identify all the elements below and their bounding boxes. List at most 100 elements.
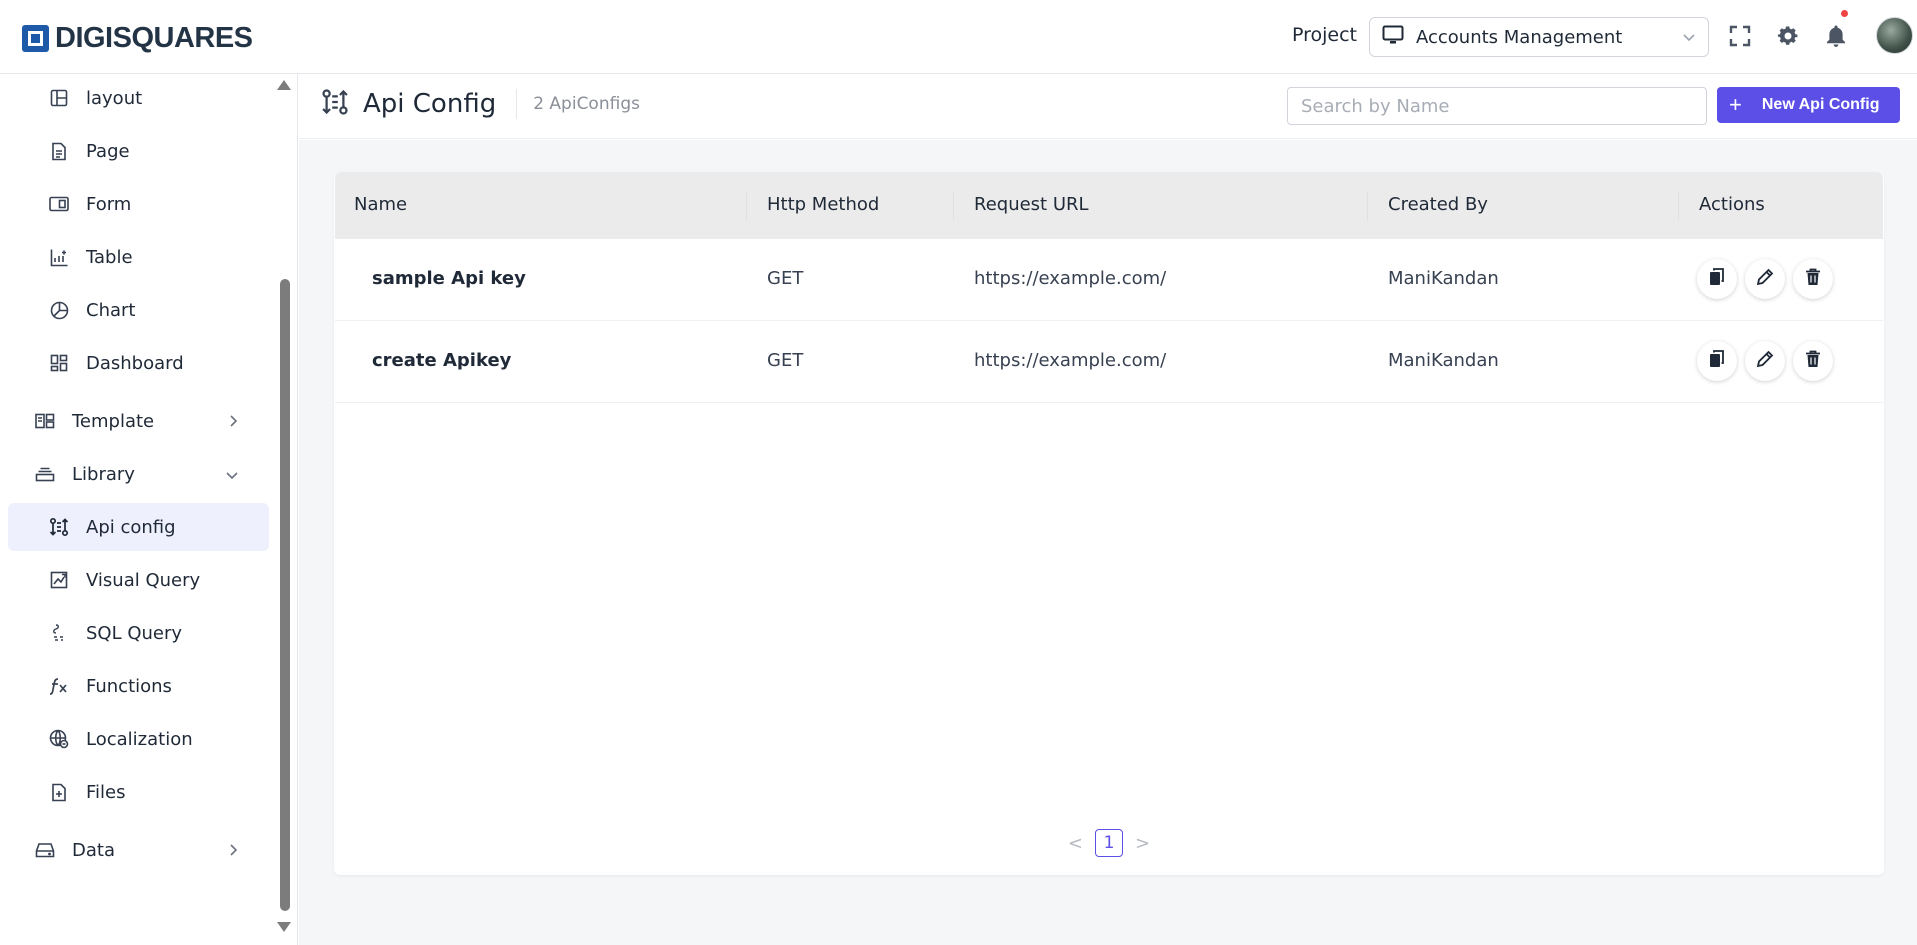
chevron-right-icon xyxy=(229,413,239,432)
sidebar-item-api-config[interactable]: Api config xyxy=(8,503,269,551)
sidebar-group-label: Data xyxy=(72,839,115,861)
sidebar-item-table[interactable]: Table xyxy=(8,233,269,281)
table-header: Name Http Method Request URL Created By … xyxy=(335,172,1883,239)
sidebar-item-label: Api config xyxy=(86,516,176,538)
top-bar: DIGISQUARES Project Accounts Management xyxy=(0,0,1917,74)
sql-query-icon xyxy=(48,622,70,644)
sidebar-item-chart[interactable]: Chart xyxy=(8,286,269,334)
column-separator xyxy=(953,192,954,220)
column-header-name[interactable]: Name xyxy=(354,194,407,215)
column-header-request-url[interactable]: Request URL xyxy=(974,194,1089,215)
new-api-config-button[interactable]: + New Api Config xyxy=(1717,87,1900,123)
sidebar-item-files[interactable]: Files xyxy=(8,768,269,816)
project-label: Project xyxy=(1292,24,1358,46)
project-select-value: Accounts Management xyxy=(1416,26,1623,48)
sidebar-item-functions[interactable]: Functions xyxy=(8,662,269,710)
row-request-url: https://example.com/ xyxy=(974,350,1167,371)
globe-icon xyxy=(48,728,70,750)
form-icon xyxy=(48,193,70,215)
sidebar-group-library[interactable]: Library xyxy=(8,450,269,498)
monitor-icon xyxy=(1382,25,1404,49)
row-name: sample Api key xyxy=(372,268,526,289)
project-select[interactable]: Accounts Management xyxy=(1369,17,1709,57)
copy-button[interactable] xyxy=(1697,259,1737,299)
brand-logo[interactable]: DIGISQUARES xyxy=(22,22,253,55)
sidebar-group-label: Library xyxy=(72,463,135,485)
delete-button[interactable] xyxy=(1793,341,1833,381)
sidebar-item-label: Form xyxy=(86,193,132,215)
page-header: Api Config 2 ApiConfigs + New Api Config xyxy=(299,74,1917,139)
page-title: Api Config xyxy=(363,89,497,119)
row-http-method: GET xyxy=(767,268,804,289)
row-request-url: https://example.com/ xyxy=(974,268,1167,289)
sidebar-item-dashboard[interactable]: Dashboard xyxy=(8,339,269,387)
copy-icon xyxy=(1709,350,1725,372)
sidebar-item-label: Functions xyxy=(86,675,172,697)
sidebar-group-template[interactable]: Template xyxy=(8,397,269,445)
column-header-actions: Actions xyxy=(1699,194,1765,215)
column-separator xyxy=(746,192,747,220)
layout-icon xyxy=(48,87,70,109)
functions-icon xyxy=(48,675,70,697)
pencil-icon xyxy=(1756,268,1774,290)
new-api-config-label: New Api Config xyxy=(1761,96,1880,113)
scroll-up-arrow-icon[interactable] xyxy=(277,80,291,90)
pagination: < 1 > xyxy=(334,829,1884,857)
visual-query-icon xyxy=(48,569,70,591)
gear-icon[interactable] xyxy=(1774,22,1802,50)
column-header-http-method[interactable]: Http Method xyxy=(767,194,879,215)
table-icon xyxy=(48,246,70,268)
row-created-by: ManiKandan xyxy=(1388,268,1499,289)
delete-button[interactable] xyxy=(1793,259,1833,299)
brand-name: DIGISQUARES xyxy=(55,22,253,54)
sidebar-item-label: layout xyxy=(86,87,143,109)
table-row[interactable]: sample Api key GET https://example.com/ … xyxy=(335,239,1883,321)
data-icon xyxy=(34,839,56,861)
api-config-icon xyxy=(321,88,349,120)
pencil-icon xyxy=(1756,350,1774,372)
sidebar-item-label: Localization xyxy=(86,728,193,750)
fullscreen-icon[interactable] xyxy=(1726,22,1754,50)
template-icon xyxy=(34,410,56,432)
title-divider xyxy=(516,89,518,119)
column-separator xyxy=(1367,192,1368,220)
scrollbar-thumb[interactable] xyxy=(280,279,290,911)
trash-icon xyxy=(1805,350,1821,372)
copy-button[interactable] xyxy=(1697,341,1737,381)
sidebar-item-label: Chart xyxy=(86,299,136,321)
sidebar-group-label: Template xyxy=(72,410,155,432)
sidebar-item-label: Page xyxy=(86,140,130,162)
sidebar-item-sql-query[interactable]: SQL Query xyxy=(8,609,269,657)
row-http-method: GET xyxy=(767,350,804,371)
pagination-page-button[interactable]: 1 xyxy=(1095,829,1123,857)
notification-dot xyxy=(1841,10,1848,17)
edit-button[interactable] xyxy=(1745,341,1785,381)
chevron-right-icon xyxy=(229,842,239,861)
sidebar-item-label: Table xyxy=(86,246,133,268)
page-icon xyxy=(48,140,70,162)
table-row[interactable]: create Apikey GET https://example.com/ M… xyxy=(335,321,1883,403)
chevron-down-icon xyxy=(225,466,239,485)
chevron-down-icon xyxy=(1682,28,1696,47)
sidebar-item-visual-query[interactable]: Visual Query xyxy=(8,556,269,604)
search-input[interactable] xyxy=(1287,87,1707,125)
column-header-created-by[interactable]: Created By xyxy=(1388,194,1488,215)
sidebar-item-page[interactable]: Page xyxy=(8,127,269,175)
copy-icon xyxy=(1709,268,1725,290)
sidebar-item-layout[interactable]: layout xyxy=(8,74,269,122)
sidebar-group-data[interactable]: Data xyxy=(8,826,269,874)
file-icon xyxy=(48,781,70,803)
pagination-prev-button[interactable]: < xyxy=(1068,833,1083,854)
pagination-next-button[interactable]: > xyxy=(1135,833,1150,854)
avatar[interactable] xyxy=(1876,17,1913,54)
sidebar-item-label: Dashboard xyxy=(86,352,184,374)
sidebar-item-localization[interactable]: Localization xyxy=(8,715,269,763)
scroll-down-arrow-icon[interactable] xyxy=(277,922,291,932)
edit-button[interactable] xyxy=(1745,259,1785,299)
bell-icon[interactable] xyxy=(1822,10,1850,50)
api-config-table-card: Name Http Method Request URL Created By … xyxy=(334,172,1884,875)
row-name: create Apikey xyxy=(372,350,512,371)
sidebar-item-label: SQL Query xyxy=(86,622,183,644)
sidebar-item-form[interactable]: Form xyxy=(8,180,269,228)
sidebar-item-label: Visual Query xyxy=(86,569,201,591)
